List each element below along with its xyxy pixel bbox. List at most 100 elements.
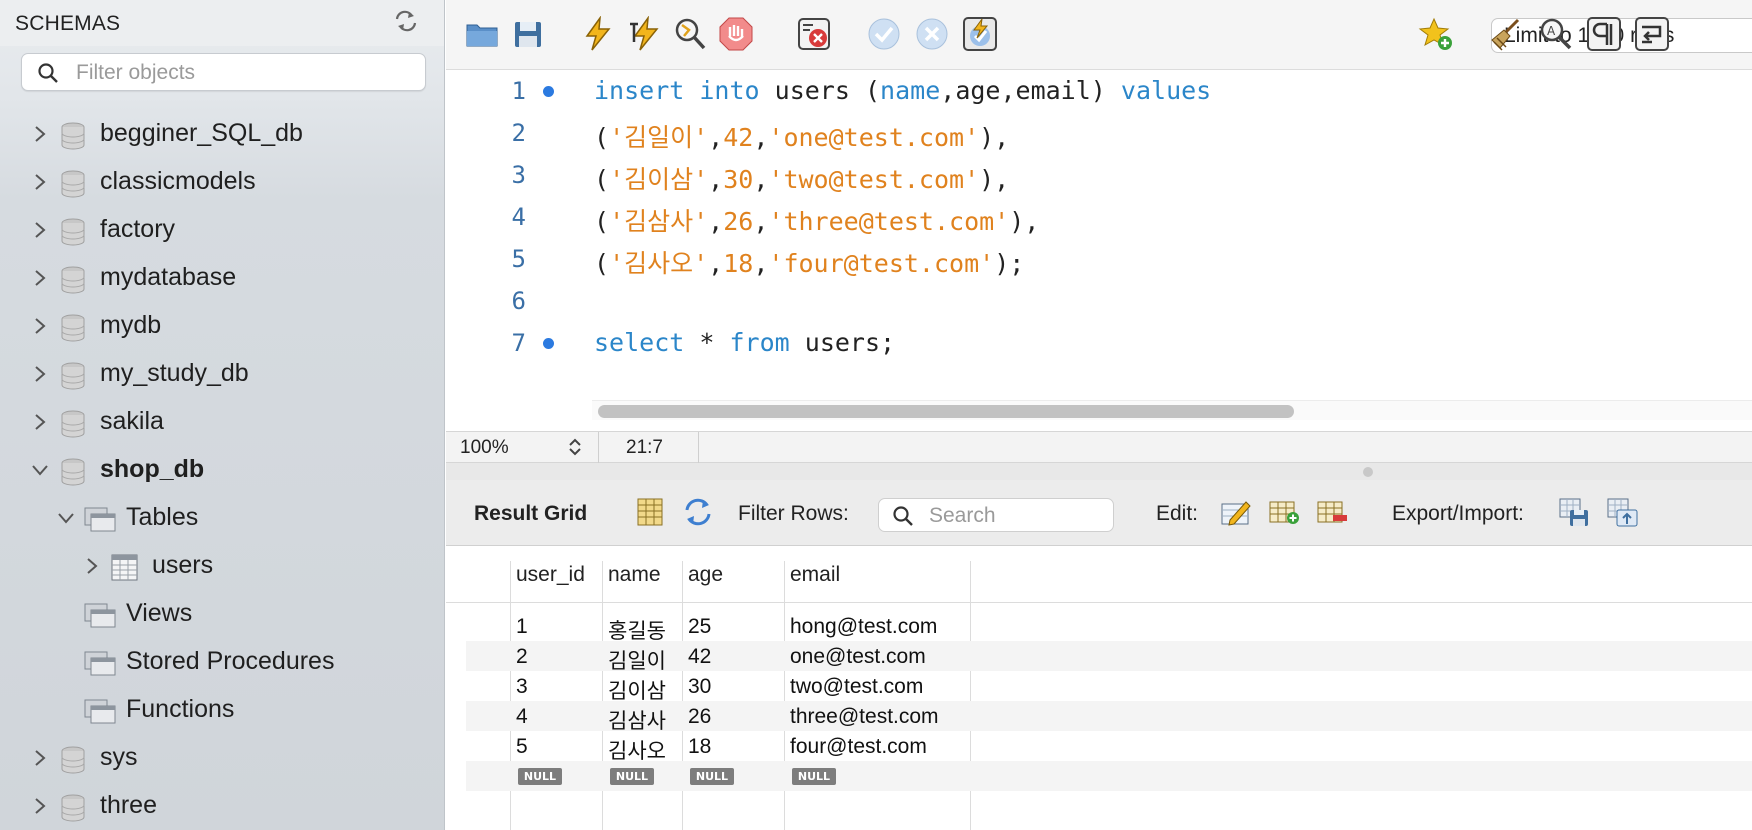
column-header-name[interactable]: name [608, 563, 661, 587]
search-icon [38, 63, 58, 83]
grid-header: user_id name age email [446, 547, 1752, 603]
invisibles-icon[interactable] [1586, 16, 1622, 52]
status-divider [698, 432, 699, 464]
table-row[interactable]: 4 김삼사 26 three@test.com [466, 701, 1752, 733]
table-row[interactable]: 2 김일이 42 one@test.com [466, 641, 1752, 673]
filter-objects-input[interactable] [76, 59, 406, 87]
cell-email[interactable]: three@test.com [790, 705, 939, 729]
column-header-age[interactable]: age [688, 563, 723, 587]
schema-item-begginer-sql-db[interactable]: begginer_SQL_db [0, 110, 444, 158]
commit-icon[interactable] [866, 16, 902, 52]
export-icon[interactable] [1558, 496, 1590, 528]
cell-user-id[interactable]: 3 [516, 675, 528, 699]
explain-icon[interactable] [672, 16, 708, 52]
tree-item-users-table[interactable]: users [0, 542, 444, 590]
chevron-right-icon[interactable] [33, 749, 51, 767]
cell-user-id[interactable]: 2 [516, 645, 528, 669]
schema-label: mydatabase [100, 263, 237, 291]
schema-item-sakila[interactable]: sakila [0, 398, 444, 446]
filter-rows-label: Filter Rows: [738, 502, 849, 525]
null-badge[interactable]: NULL [610, 768, 654, 785]
editor-horizontal-scrollbar[interactable] [592, 400, 1752, 420]
cell-age[interactable]: 30 [688, 675, 711, 699]
schema-item-shop-db[interactable]: shop_db [0, 446, 444, 494]
add-row-icon[interactable] [1268, 496, 1300, 528]
autocommit-icon[interactable] [962, 16, 998, 52]
cell-age[interactable]: 18 [688, 735, 711, 759]
tree-item-views[interactable]: Views [0, 590, 444, 638]
execute-current-icon[interactable] [626, 16, 662, 52]
scrollbar-thumb[interactable] [598, 405, 1294, 418]
save-icon[interactable] [510, 16, 546, 52]
schema-item-three[interactable]: three [0, 782, 444, 830]
tree-item-stored-procedures[interactable]: Stored Procedures [0, 638, 444, 686]
cell-email[interactable]: two@test.com [790, 675, 923, 699]
sql-editor[interactable]: 1 2 3 4 5 6 7 insert into users (name,ag… [446, 71, 1752, 431]
schema-item-my-study-db[interactable]: my_study_db [0, 350, 444, 398]
tree-item-functions[interactable]: Functions [0, 686, 444, 734]
chevron-right-icon[interactable] [33, 173, 51, 191]
wrap-icon[interactable] [1634, 16, 1670, 52]
chevron-right-icon[interactable] [85, 557, 103, 575]
find-icon[interactable]: A [1538, 16, 1574, 52]
add-snippet-icon[interactable] [1418, 16, 1454, 52]
edit-row-icon[interactable] [1220, 496, 1252, 528]
refresh-results-icon[interactable] [682, 496, 714, 528]
chevron-right-icon[interactable] [33, 365, 51, 383]
filter-rows-input[interactable] [929, 503, 1104, 529]
cell-user-id[interactable]: 5 [516, 735, 528, 759]
open-folder-icon[interactable] [464, 16, 500, 52]
column-header-user-id[interactable]: user_id [516, 563, 585, 587]
schema-item-mydb[interactable]: mydb [0, 302, 444, 350]
zoom-stepper-icon[interactable] [566, 436, 584, 458]
chevron-right-icon[interactable] [33, 797, 51, 815]
table-row[interactable]: 1 홍길동 25 hong@test.com [466, 611, 1752, 643]
null-badge[interactable]: NULL [690, 768, 734, 785]
table-row[interactable]: 3 김이삼 30 two@test.com [466, 671, 1752, 703]
cell-user-id[interactable]: 1 [516, 615, 528, 639]
chevron-down-icon[interactable] [31, 463, 49, 477]
form-editor-icon[interactable] [634, 496, 666, 528]
schema-item-mydatabase[interactable]: mydatabase [0, 254, 444, 302]
chevron-down-icon[interactable] [57, 511, 75, 525]
column-header-email[interactable]: email [790, 563, 840, 587]
rollback-icon[interactable] [914, 16, 950, 52]
database-icon [61, 746, 85, 774]
filter-objects-field[interactable] [21, 53, 426, 91]
cell-email[interactable]: hong@test.com [790, 615, 937, 639]
cell-email[interactable]: one@test.com [790, 645, 926, 669]
chevron-right-icon[interactable] [33, 221, 51, 239]
toggle-stop-on-error-icon[interactable] [796, 16, 832, 52]
schema-label: my_study_db [100, 359, 249, 387]
table-row[interactable]: 5 김사오 18 four@test.com [466, 731, 1752, 763]
cell-age[interactable]: 26 [688, 705, 711, 729]
import-icon[interactable] [1606, 496, 1638, 528]
null-badge[interactable]: NULL [518, 768, 562, 785]
cell-age[interactable]: 25 [688, 615, 711, 639]
result-grid-title[interactable]: Result Grid [474, 502, 587, 526]
cell-email[interactable]: four@test.com [790, 735, 927, 759]
delete-row-icon[interactable] [1316, 496, 1348, 528]
cell-user-id[interactable]: 4 [516, 705, 528, 729]
refresh-icon[interactable] [394, 10, 418, 38]
panel-splitter[interactable] [446, 463, 1752, 480]
beautify-icon[interactable] [1488, 16, 1524, 52]
splitter-handle-icon[interactable] [1363, 467, 1373, 477]
tree-item-tables[interactable]: Tables [0, 494, 444, 542]
schema-item-sys[interactable]: sys [0, 734, 444, 782]
cell-age[interactable]: 42 [688, 645, 711, 669]
chevron-right-icon[interactable] [33, 125, 51, 143]
null-badge[interactable]: NULL [792, 768, 836, 785]
schema-item-factory[interactable]: factory [0, 206, 444, 254]
code-line-2: ('김일이',42,'one@test.com'), [594, 123, 1010, 152]
chevron-right-icon[interactable] [33, 269, 51, 287]
execute-icon[interactable] [580, 16, 616, 52]
new-row[interactable]: NULL NULL NULL NULL [466, 761, 1752, 791]
chevron-right-icon[interactable] [33, 317, 51, 335]
cursor-position: 21:7 [626, 437, 663, 458]
editor-status-bar: 100% 21:7 [446, 431, 1752, 464]
filter-rows-field[interactable] [878, 498, 1114, 532]
schema-item-classicmodels[interactable]: classicmodels [0, 158, 444, 206]
stop-icon[interactable] [718, 16, 754, 52]
chevron-right-icon[interactable] [33, 413, 51, 431]
